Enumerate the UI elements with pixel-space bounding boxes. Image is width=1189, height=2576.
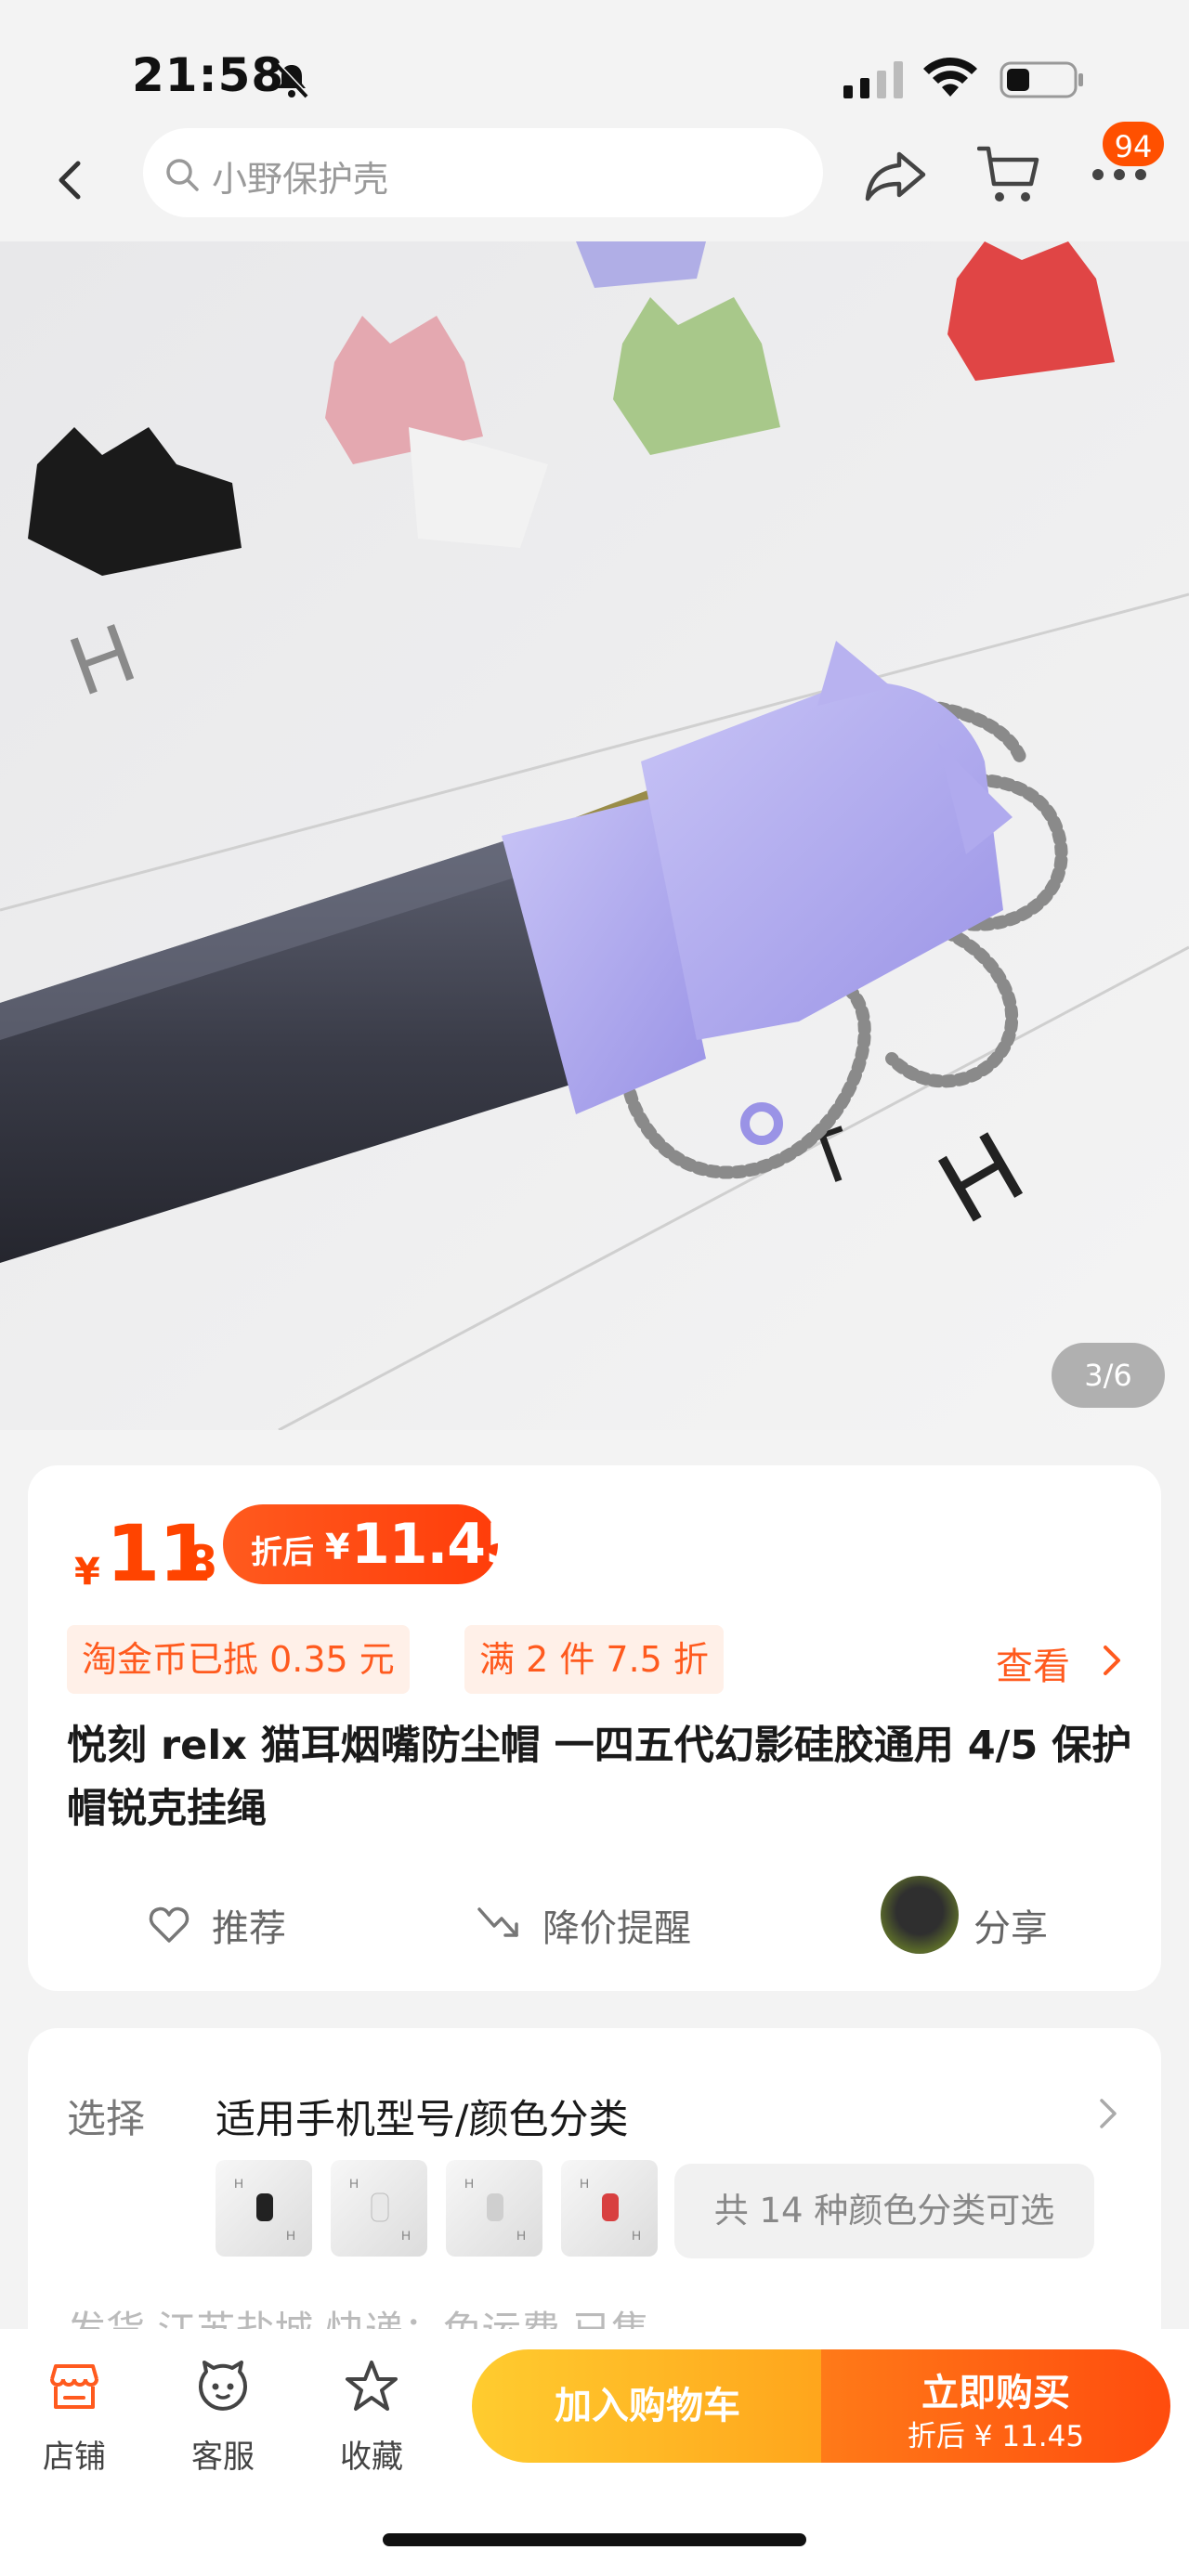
favorite-label: 收藏 <box>340 2439 403 2476</box>
chevron-left-icon[interactable] <box>41 150 100 210</box>
service-label: 客服 <box>191 2439 255 2476</box>
svg-text:H: H <box>464 2176 474 2191</box>
search-placeholder: 小野保护壳 <box>212 159 389 200</box>
variant-thumbnail-image: H H <box>349 2176 411 2243</box>
product-title: 悦刻 relx 猫耳烟嘴防尘帽 一四五代幻影硅胶通用 4/5 保护帽锐克挂绳 <box>67 1723 1132 1832</box>
chevron-right-icon[interactable] <box>1098 1640 1126 1681</box>
svg-text:H: H <box>234 2176 243 2191</box>
discount-value: 11.45 <box>351 1512 524 1577</box>
buy-now-button[interactable]: 立即购买 折后 ¥ 11.45 <box>821 2349 1170 2463</box>
variant-count-button[interactable]: 共 14 种颜色分类可选 <box>674 2164 1094 2258</box>
chevron-right-icon[interactable] <box>1098 2095 1120 2132</box>
product-photo: H H T <box>0 241 1189 1430</box>
price-alert-label: 降价提醒 <box>542 1907 691 1950</box>
trend-down-icon <box>477 1907 518 1937</box>
notification-badge: 94 <box>1100 119 1167 169</box>
share-label[interactable]: 分享 <box>973 1898 1048 1952</box>
star-icon <box>346 2361 398 2411</box>
variant-thumbnail-image: H H <box>580 2176 641 2243</box>
svg-text:H: H <box>349 2176 359 2191</box>
select-title[interactable]: 适用手机型号/颜色分类 <box>216 2088 629 2145</box>
top-nav-bar: 小野保护壳 94 <box>0 119 1189 241</box>
buy-now-label: 立即购买 <box>921 2372 1070 2414</box>
variant-thumbnail[interactable]: H H <box>216 2160 312 2257</box>
price-decimal: .8 <box>167 1536 217 1590</box>
status-bar: 21:58 <box>0 0 1189 130</box>
battery-icon <box>1000 61 1083 98</box>
variant-thumbnail-image: H H <box>234 2176 295 2243</box>
image-counter: 3/6 <box>1052 1343 1165 1408</box>
svg-text:H: H <box>580 2176 589 2191</box>
store-icon <box>50 2364 98 2409</box>
cart-icon[interactable] <box>977 141 1040 206</box>
variant-thumbnail[interactable]: H H <box>331 2160 427 2257</box>
coin-deduction-tag: 淘金币已抵 0.35 元 <box>67 1625 410 1694</box>
svg-text:H: H <box>516 2228 526 2243</box>
share-icon[interactable] <box>864 147 929 202</box>
product-detail-page: 21:58 小野保护壳 94 H H T 3/6 ¥ 11 .8 折后 ¥ 11… <box>0 0 1189 2576</box>
variant-thumbnail-image: H H <box>464 2176 526 2243</box>
store-tab[interactable]: 店铺 <box>19 2349 130 2479</box>
bulk-discount-tag: 满 2 件 7.5 折 <box>464 1625 724 1694</box>
signal-icon <box>843 61 903 98</box>
recommend-label: 推荐 <box>212 1907 286 1950</box>
service-tab[interactable]: 客服 <box>167 2349 279 2479</box>
buy-now-price: 折后 ¥ 11.45 <box>907 2420 1085 2453</box>
wifi-icon <box>923 57 977 97</box>
heart-outline-icon <box>149 1906 189 1943</box>
svg-text:H: H <box>286 2228 295 2243</box>
discount-label: 折后 <box>251 1534 314 1571</box>
discount-currency: ¥ <box>325 1527 350 1568</box>
home-indicator <box>383 2533 806 2546</box>
price-card: ¥ 11 .8 折后 ¥ 11.45 淘金币已抵 0.35 元 满 2 件 7.… <box>28 1465 1161 1991</box>
discounted-price-badge: 折后 ¥ 11.45 <box>223 1504 524 1584</box>
svg-text:H: H <box>401 2228 411 2243</box>
price-alert-button[interactable]: 降价提醒 <box>476 1889 754 1954</box>
svg-text:H: H <box>632 2228 641 2243</box>
status-time: 21:58 <box>132 48 285 102</box>
search-icon <box>166 159 199 191</box>
select-label: 选择 <box>67 2096 146 2141</box>
price-currency: ¥ <box>74 1551 100 1594</box>
variant-thumbnail[interactable]: H H <box>561 2160 658 2257</box>
favorite-tab[interactable]: 收藏 <box>316 2349 427 2479</box>
product-image-carousel[interactable]: H H T 3/6 <box>0 241 1189 1430</box>
view-promotions-link[interactable]: 查看 <box>996 1636 1070 1690</box>
avatar[interactable] <box>881 1876 959 1954</box>
customer-service-icon <box>199 2361 247 2411</box>
store-label: 店铺 <box>43 2439 106 2476</box>
add-to-cart-button[interactable]: 加入购物车 <box>472 2349 823 2463</box>
variant-thumbnail[interactable]: H H <box>446 2160 542 2257</box>
bell-muted-icon <box>275 62 309 98</box>
recommend-button[interactable]: 推荐 <box>147 1889 333 1954</box>
